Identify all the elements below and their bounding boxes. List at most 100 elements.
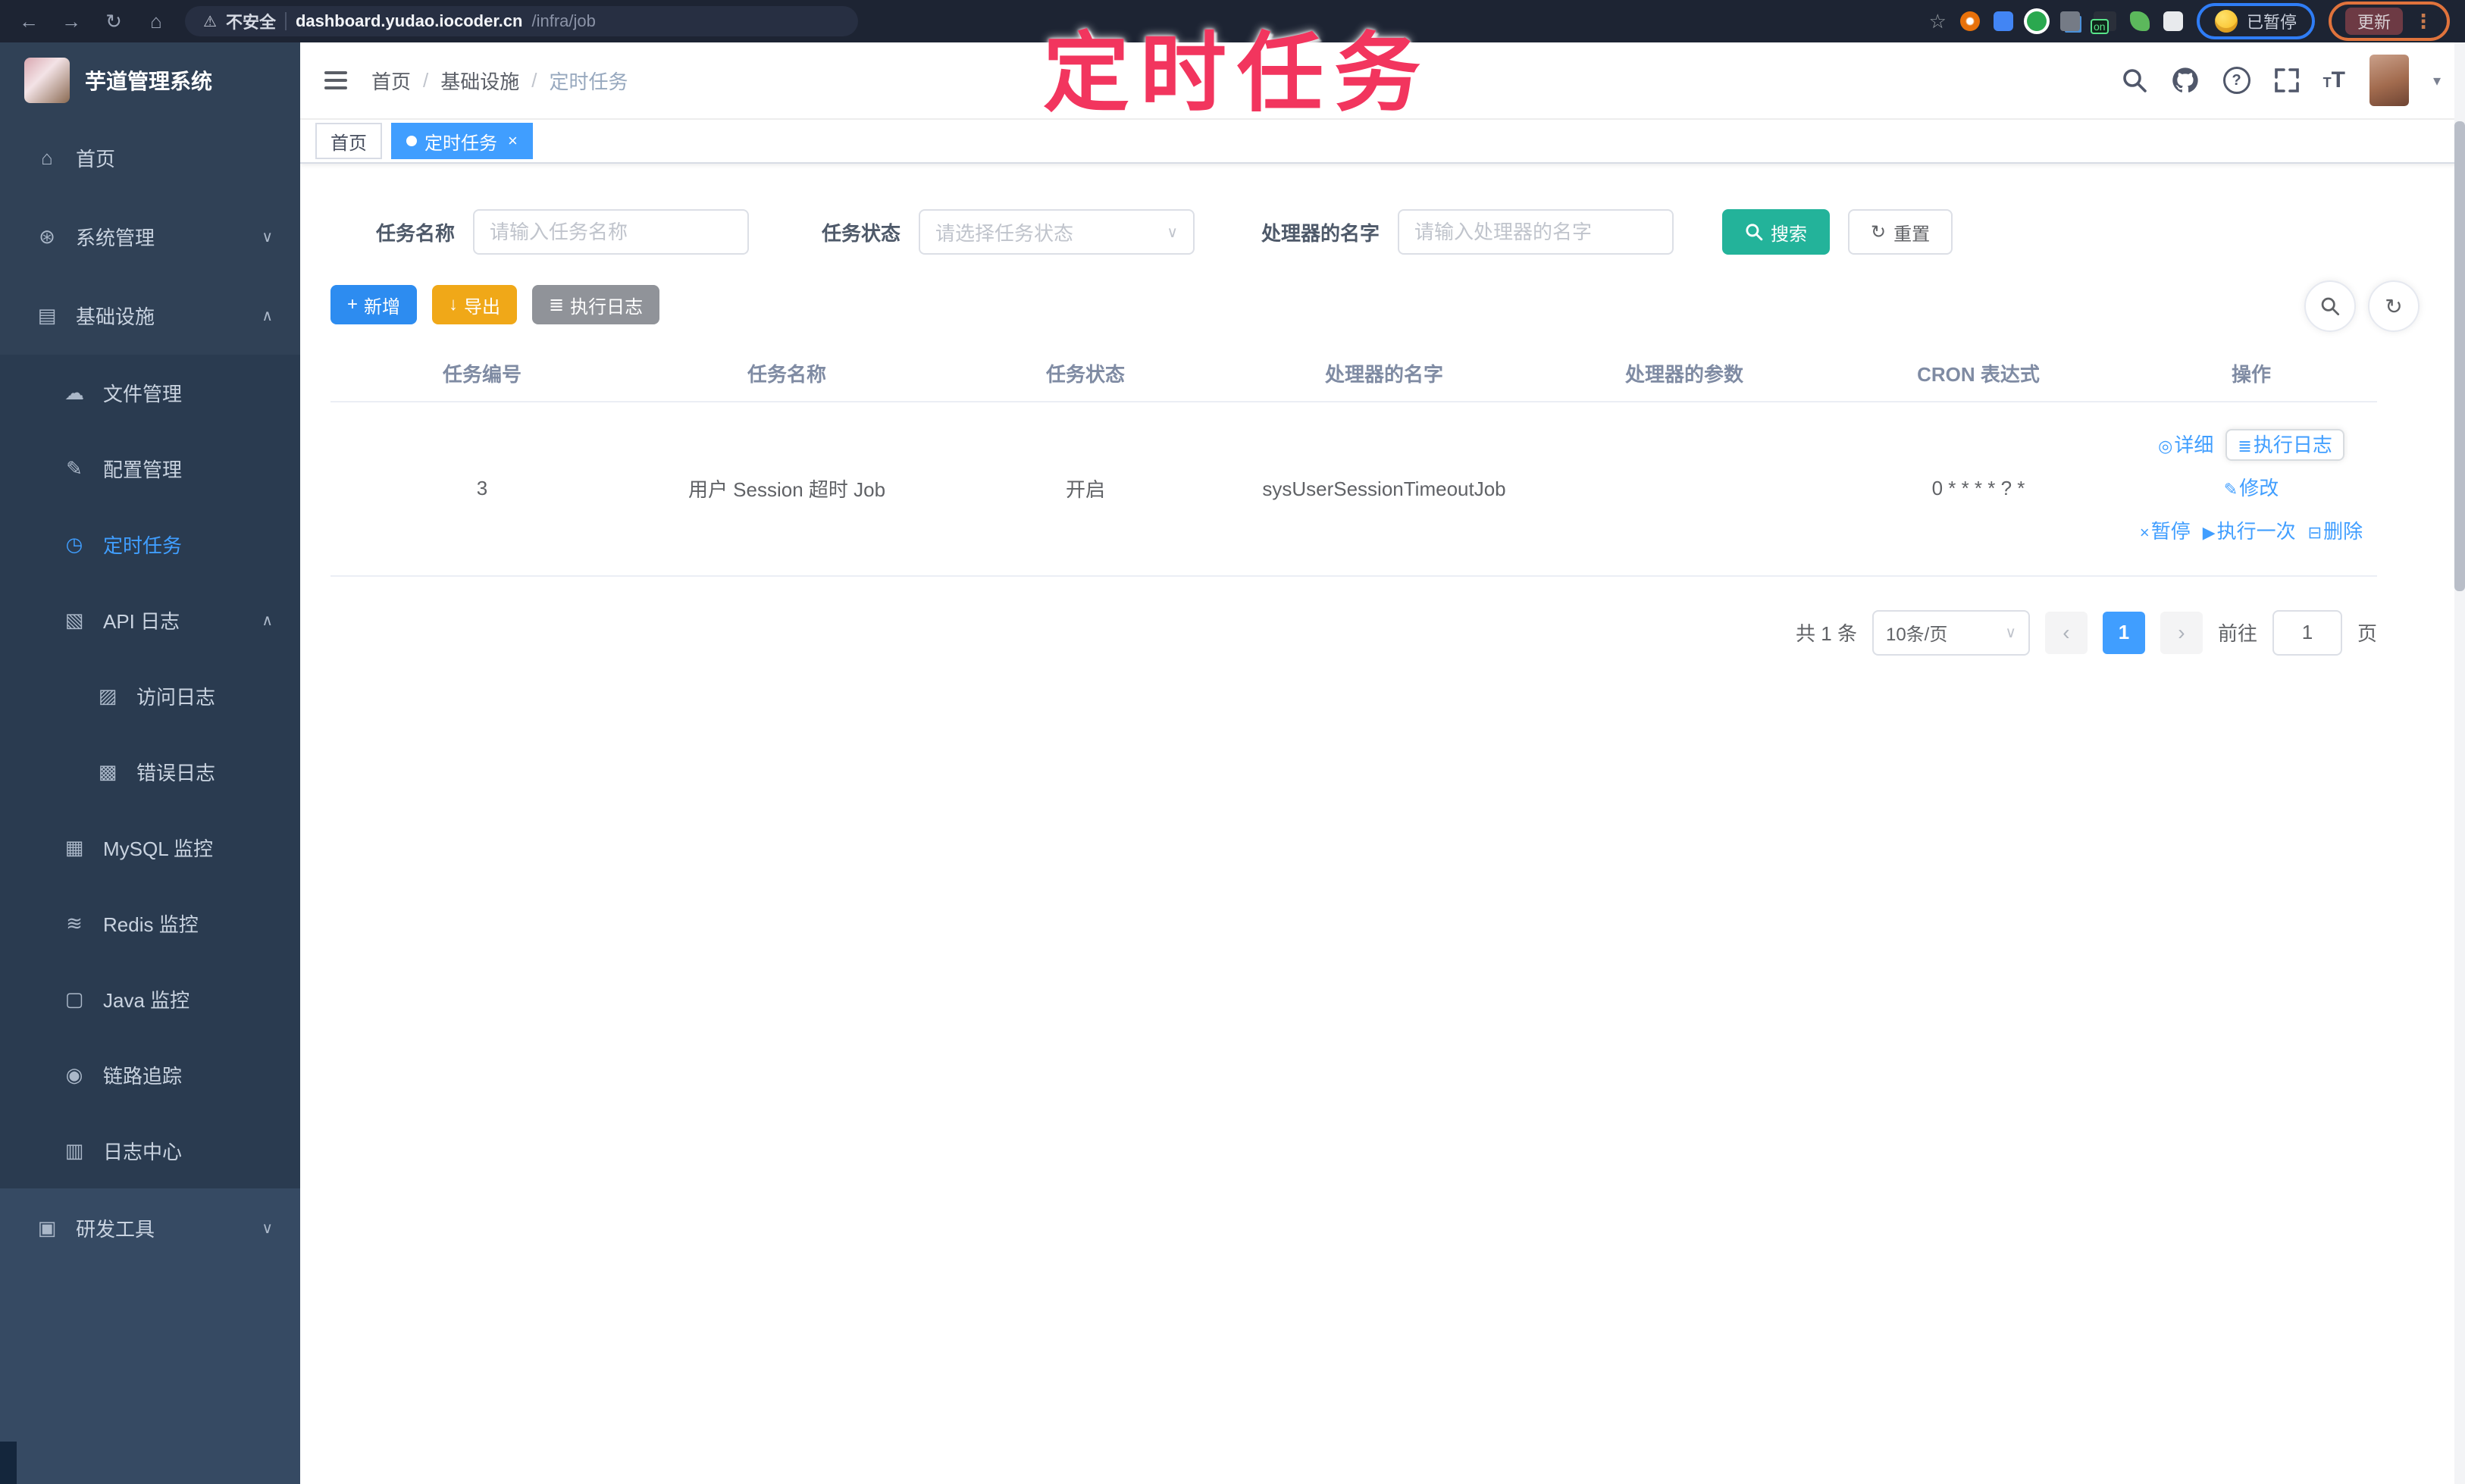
back-icon[interactable]: ← bbox=[15, 10, 42, 33]
sidebar-item-error-log[interactable]: ▩ 错误日志 bbox=[0, 734, 300, 809]
user-avatar[interactable] bbox=[2369, 55, 2409, 106]
error-log-icon: ▩ bbox=[98, 759, 117, 783]
cell-job-handler: sysUserSessionTimeoutJob bbox=[1231, 402, 1537, 577]
search-button-label: 搜索 bbox=[1771, 224, 1808, 245]
extension-icon-orange[interactable] bbox=[1959, 11, 1980, 31]
chevron-down-icon: ∨ bbox=[1167, 224, 1179, 241]
sidebar-item-redis[interactable]: ≋ Redis 监控 bbox=[0, 885, 300, 961]
github-icon[interactable] bbox=[2172, 67, 2199, 94]
toggle-search-button[interactable] bbox=[2304, 280, 2356, 332]
col-header-handler: 处理器的名字 bbox=[1231, 346, 1537, 402]
tags-view: 首页 定时任务 × bbox=[300, 120, 2465, 164]
extension-icon-blue[interactable] bbox=[1993, 11, 2013, 31]
exec-log-button[interactable]: ≣ 执行日志 bbox=[532, 285, 660, 324]
app-logo-row: 芋道管理系统 bbox=[0, 42, 300, 118]
breadcrumb-infra[interactable]: 基础设施 bbox=[440, 67, 519, 95]
page-size-select[interactable]: 10条/页 ∨ bbox=[1871, 609, 2030, 656]
browser-menu-icon[interactable]: ⋮ bbox=[2413, 10, 2433, 33]
page-size-value: 10条/页 bbox=[1885, 625, 1948, 646]
sidebar-item-infra[interactable]: ▤ 基础设施 ∧ bbox=[0, 276, 300, 355]
sidebar-devtools-section: ▣ 研发工具 ∨ bbox=[0, 1188, 300, 1484]
list-icon: ≣ bbox=[2238, 437, 2252, 456]
next-page-button[interactable]: › bbox=[2160, 611, 2203, 654]
scrollbar-thumb[interactable] bbox=[2454, 121, 2465, 591]
mysql-icon: ▦ bbox=[64, 835, 84, 859]
emoji-avatar[interactable] bbox=[2214, 10, 2238, 33]
address-bar[interactable]: ⚠ 不安全 dashboard.yudao.iocoder.cn /infra/… bbox=[185, 6, 858, 36]
sidebar-item-api-log[interactable]: ▧ API 日志 ∧ bbox=[0, 582, 300, 658]
top-navbar: 首页 / 基础设施 / 定时任务 ? TT ▾ bbox=[300, 42, 2465, 120]
add-button[interactable]: + 新增 bbox=[330, 285, 418, 324]
bookmark-star-icon[interactable]: ☆ bbox=[1929, 11, 1947, 31]
sidebar-item-job[interactable]: ◷ 定时任务 bbox=[0, 506, 300, 582]
log-icon: ▧ bbox=[64, 608, 84, 631]
goto-page-input[interactable] bbox=[2272, 609, 2342, 656]
search-icon[interactable] bbox=[2122, 67, 2147, 93]
extension-icon-grid[interactable] bbox=[2059, 11, 2080, 31]
sidebar-item-devtools[interactable]: ▣ 研发工具 ∨ bbox=[0, 1188, 300, 1267]
sidebar-item-log-center[interactable]: ▥ 日志中心 bbox=[0, 1113, 300, 1188]
edit-link[interactable]: ✎ 修改 bbox=[2224, 477, 2279, 499]
cloud-icon: ☁ bbox=[64, 380, 84, 404]
run-once-link[interactable]: ▶ 执行一次 bbox=[2203, 520, 2296, 543]
chevron-down-icon: ∨ bbox=[262, 228, 273, 246]
url-path: /infra/job bbox=[531, 11, 596, 30]
export-button[interactable]: ↓ 导出 bbox=[432, 285, 518, 324]
avatar-caret-icon[interactable]: ▾ bbox=[2433, 71, 2441, 90]
refresh-button[interactable]: ↻ bbox=[2368, 280, 2420, 332]
tab-home[interactable]: 首页 bbox=[315, 123, 382, 159]
search-button[interactable]: 搜索 bbox=[1722, 209, 1831, 255]
sidebar-item-system[interactable]: ⊛ 系统管理 ∨ bbox=[0, 197, 300, 276]
sidebar-item-label: 文件管理 bbox=[103, 382, 183, 405]
paused-label: 已暂停 bbox=[2246, 13, 2297, 32]
extensions-puzzle-icon[interactable] bbox=[2163, 11, 2183, 31]
plus-icon: + bbox=[347, 294, 359, 315]
reset-button[interactable]: ↻ 重置 bbox=[1848, 209, 1953, 255]
trash-icon: ⊟ bbox=[2307, 523, 2322, 543]
sidebar-item-label: 访问日志 bbox=[136, 685, 216, 709]
handler-name-input[interactable] bbox=[1398, 209, 1674, 255]
chrome-update-button[interactable]: 更新 bbox=[2344, 8, 2403, 35]
page-unit-label: 页 bbox=[2357, 622, 2377, 646]
job-status-placeholder: 请选择任务状态 bbox=[935, 221, 1074, 245]
chevron-up-icon: ∧ bbox=[262, 612, 273, 629]
job-status-select[interactable]: 请选择任务状态 ∨ bbox=[919, 209, 1195, 255]
delete-link[interactable]: ⊟ 删除 bbox=[2308, 520, 2363, 543]
toolbox-icon: ▣ bbox=[37, 1216, 57, 1239]
fullscreen-icon[interactable] bbox=[2274, 68, 2299, 92]
filter-form: 任务名称 任务状态 请选择任务状态 ∨ 处理器的名字 搜索 bbox=[376, 209, 2435, 255]
detail-link[interactable]: ◎ 详细 bbox=[2158, 434, 2213, 456]
row-exec-log-link[interactable]: ≣ 执行日志 bbox=[2225, 429, 2344, 461]
collapse-sidebar-icon[interactable] bbox=[324, 71, 347, 89]
page-content: 任务名称 任务状态 请选择任务状态 ∨ 处理器的名字 搜索 bbox=[300, 164, 2465, 1484]
sidebar-item-label: 配置管理 bbox=[103, 458, 183, 481]
page-number-active[interactable]: 1 bbox=[2102, 611, 2145, 654]
sidebar-item-home[interactable]: ⌂ 首页 bbox=[0, 118, 300, 197]
screenshot-root: ← → ↻ ⌂ ⚠ 不安全 dashboard.yudao.iocoder.cn… bbox=[0, 0, 2465, 1484]
job-name-input[interactable] bbox=[473, 209, 750, 255]
breadcrumb-current: 定时任务 bbox=[549, 70, 628, 93]
sidebar-item-java[interactable]: ▢ Java 监控 bbox=[0, 961, 300, 1037]
sidebar-item-config[interactable]: ✎ 配置管理 bbox=[0, 430, 300, 506]
close-tab-icon[interactable]: × bbox=[508, 131, 518, 151]
tab-job-active[interactable]: 定时任务 × bbox=[391, 123, 533, 159]
help-icon[interactable]: ? bbox=[2222, 67, 2250, 94]
pause-link[interactable]: × 暂停 bbox=[2140, 520, 2191, 543]
profile-paused-annotation: 已暂停 bbox=[2196, 3, 2315, 39]
tab-label: 定时任务 bbox=[424, 133, 497, 154]
breadcrumb-home[interactable]: 首页 bbox=[371, 67, 411, 95]
extension-icon-sprout[interactable] bbox=[2129, 11, 2150, 31]
export-button-label: 导出 bbox=[464, 296, 501, 318]
sidebar-item-access-log[interactable]: ▨ 访问日志 bbox=[0, 658, 300, 734]
font-size-icon[interactable]: TT bbox=[2323, 69, 2345, 92]
forward-icon[interactable]: → bbox=[58, 10, 85, 33]
extension-icon-green[interactable] bbox=[2026, 11, 2047, 31]
home-icon[interactable]: ⌂ bbox=[143, 10, 170, 33]
url-domain: dashboard.yudao.iocoder.cn bbox=[295, 11, 523, 30]
prev-page-button[interactable]: ‹ bbox=[2044, 611, 2088, 654]
sidebar-item-trace[interactable]: ◉ 链路追踪 bbox=[0, 1037, 300, 1113]
sidebar-item-file[interactable]: ☁ 文件管理 bbox=[0, 355, 300, 430]
extension-icon-on-badge[interactable]: on bbox=[2090, 11, 2116, 34]
reload-icon[interactable]: ↻ bbox=[100, 10, 127, 33]
sidebar-item-mysql[interactable]: ▦ MySQL 监控 bbox=[0, 809, 300, 885]
